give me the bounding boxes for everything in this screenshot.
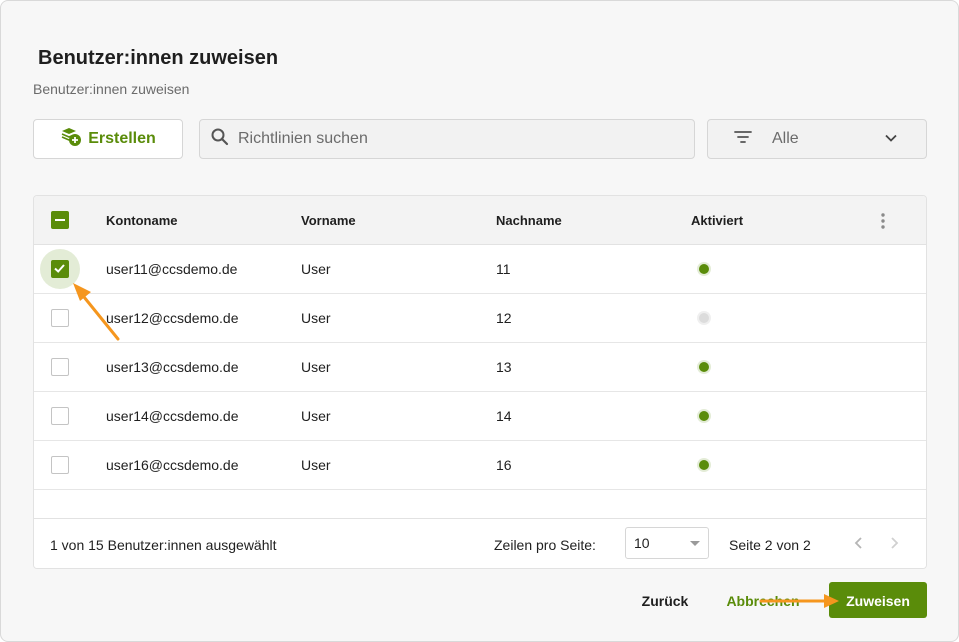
table-row[interactable]: user16@ccsdemo.de User 16 [34,441,926,490]
rows-per-page-label: Zeilen pro Seite: [494,537,596,553]
chevron-left-icon[interactable] [849,533,869,553]
filter-value: Alle [772,130,799,147]
cell-firstname: User [301,408,331,424]
more-vertical-icon[interactable] [879,212,887,235]
rows-per-page-value: 10 [634,535,650,551]
cell-account: user13@ccsdemo.de [106,359,239,375]
create-button-label: Erstellen [88,130,156,147]
status-filter-select[interactable]: Alle [707,119,927,159]
row-checkbox[interactable] [51,407,69,425]
dialog-title: Benutzer:innen zuweisen [38,47,279,69]
cell-account: user12@ccsdemo.de [106,310,239,326]
dialog-subtitle: Benutzer:innen zuweisen [33,81,190,97]
cell-lastname: 13 [496,359,512,375]
row-checkbox[interactable] [51,260,69,278]
cell-lastname: 14 [496,408,512,424]
search-box[interactable] [199,119,695,159]
cell-account: user11@ccsdemo.de [106,261,238,277]
selection-info: 1 von 15 Benutzer:innen ausgewählt [50,537,277,553]
page-info: Seite 2 von 2 [729,537,811,553]
active-status-dot [699,460,709,470]
back-button[interactable]: Zurück [629,589,701,613]
create-stack-plus-icon [60,127,82,152]
row-checkbox[interactable] [51,309,69,327]
rows-per-page-select[interactable]: 10 [625,527,709,559]
cancel-button[interactable]: Abbrechen [719,589,807,613]
table-row[interactable]: user12@ccsdemo.de User 12 [34,294,926,343]
cell-lastname: 16 [496,457,512,473]
cell-firstname: User [301,261,331,277]
active-status-dot [699,362,709,372]
cell-lastname: 12 [496,310,512,326]
row-checkbox[interactable] [51,358,69,376]
chevron-right-icon[interactable] [884,533,904,553]
cell-firstname: User [301,359,331,375]
select-all-checkbox[interactable] [51,211,69,229]
caret-down-icon [690,541,700,546]
assign-button[interactable]: Zuweisen [829,582,927,618]
column-header-firstname[interactable]: Vorname [301,213,356,228]
cell-firstname: User [301,310,331,326]
inactive-status-dot [699,313,709,323]
table-row[interactable]: user11@ccsdemo.de User 11 [34,245,926,294]
cell-firstname: User [301,457,331,473]
cell-lastname: 11 [496,261,511,277]
users-table: Kontoname Vorname Nachname Aktiviert use… [33,195,927,569]
column-header-account[interactable]: Kontoname [106,213,178,228]
create-button[interactable]: Erstellen [33,119,183,159]
table-header: Kontoname Vorname Nachname Aktiviert [34,196,926,245]
cell-account: user14@ccsdemo.de [106,408,239,424]
column-header-lastname[interactable]: Nachname [496,213,562,228]
filter-lines-icon [734,130,752,149]
search-input[interactable] [238,130,678,148]
active-status-dot [699,411,709,421]
active-status-dot [699,264,709,274]
column-header-active[interactable]: Aktiviert [691,213,743,228]
table-row[interactable]: user14@ccsdemo.de User 14 [34,392,926,441]
table-row[interactable]: user13@ccsdemo.de User 13 [34,343,926,392]
row-checkbox[interactable] [51,456,69,474]
assign-users-dialog: Benutzer:innen zuweisen Benutzer:innen z… [0,0,959,642]
chevron-down-icon [884,131,898,150]
cell-account: user16@ccsdemo.de [106,457,239,473]
search-icon [210,127,230,152]
table-footer: 1 von 15 Benutzer:innen ausgewählt Zeile… [34,518,926,568]
